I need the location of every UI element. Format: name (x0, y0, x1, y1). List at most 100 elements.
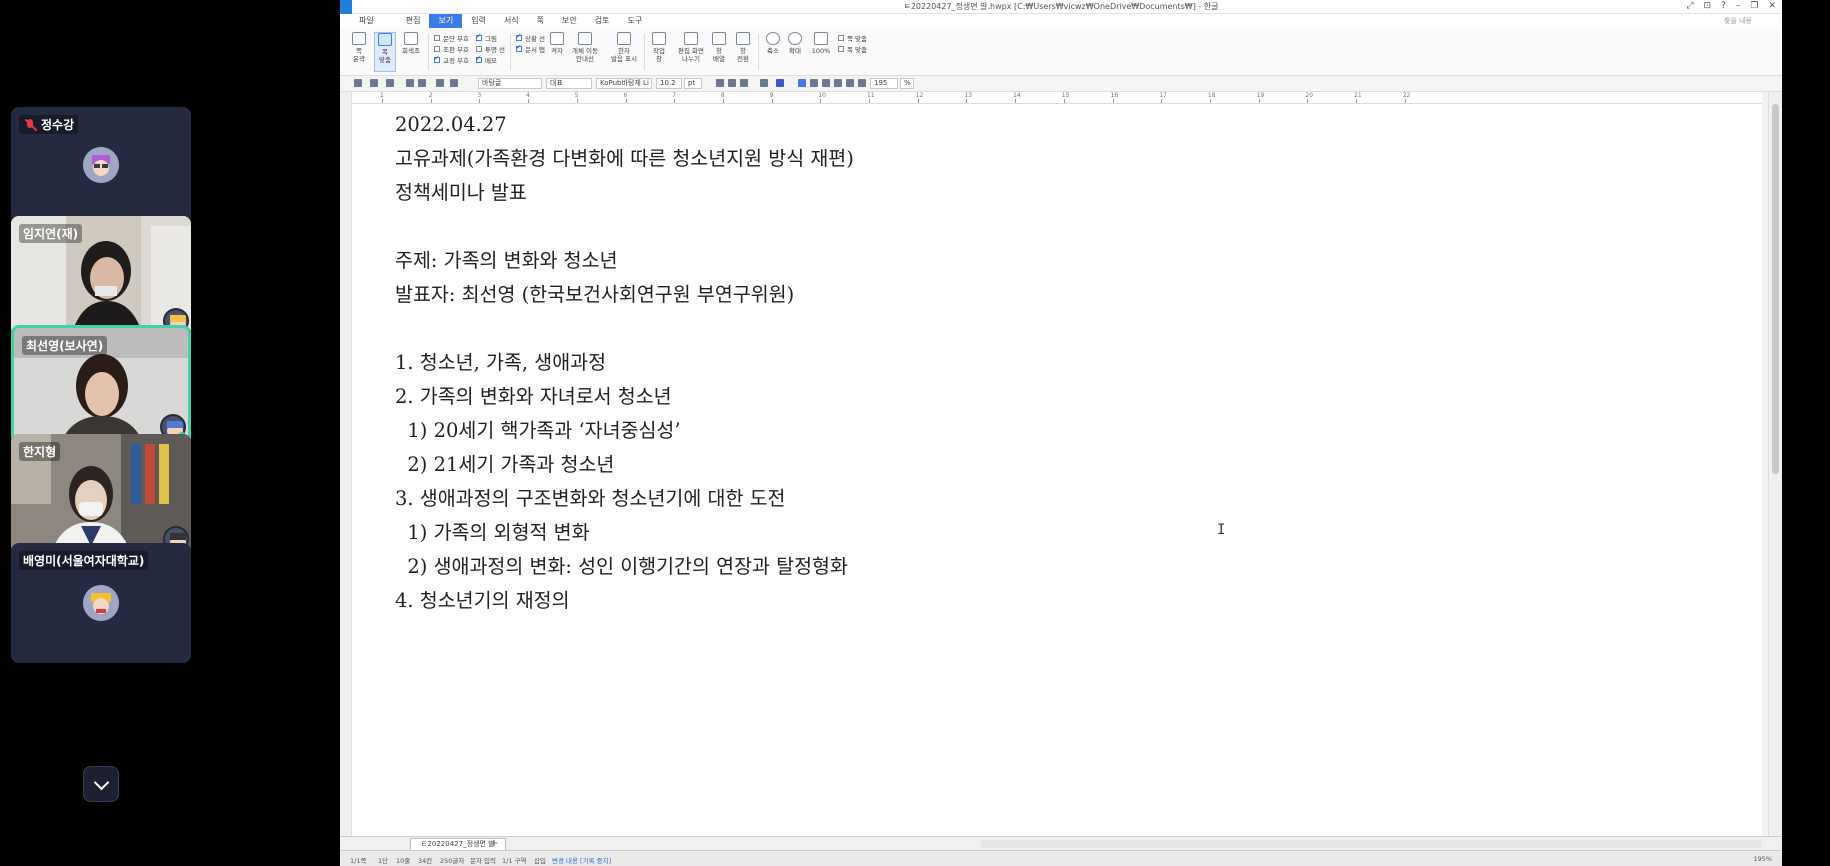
zoom-out-button[interactable]: 축소 (762, 32, 784, 55)
doc-line[interactable]: 3. 생애과정의 구조변화와 청소년기에 대한 도전 (395, 486, 785, 512)
scrollbar-thumb[interactable] (1772, 104, 1779, 474)
task-pane-button[interactable]: 작업 창 (648, 32, 670, 63)
status-chars: 250글자 (440, 857, 465, 865)
menu-format[interactable]: 서식 (495, 14, 528, 28)
close-icon[interactable]: ✕ (1768, 1, 1776, 11)
paragraph-marks-checkbox[interactable]: 문단 부호 (434, 32, 469, 43)
ruler-tick (674, 99, 676, 103)
zoom-100-button[interactable]: 100% (810, 32, 832, 55)
distribute-icon[interactable] (846, 79, 854, 87)
doc-line[interactable]: 2) 21세기 가족과 청소년 (395, 452, 614, 478)
doc-line[interactable]: 4. 청소년기의 재정의 (395, 588, 570, 614)
doc-line[interactable]: 1) 20세기 핵가족과 ‘자녀중심성’ (395, 418, 680, 444)
ruler-tick (722, 99, 724, 103)
participant-tile[interactable]: 배영미(서울여자대학교) (11, 543, 191, 663)
print-icon[interactable] (406, 79, 414, 87)
participant-tile[interactable]: 정수강 (11, 107, 191, 227)
fit-width-button[interactable]: 폭 맞춤 (374, 32, 396, 72)
ruler-tick (1404, 99, 1406, 103)
menu-tools[interactable]: 도구 (619, 14, 652, 28)
transparent-line-checkbox[interactable]: 투명 선 (476, 43, 505, 54)
redo-icon[interactable] (450, 79, 458, 87)
object-guide-button[interactable]: 개체 이동 안내선 (570, 32, 600, 63)
doc-line[interactable]: 2) 생애과정의 변화: 성인 이행기간의 연장과 탈정형화 (395, 554, 848, 580)
doc-line[interactable]: 1. 청소년, 가족, 생애과정 (395, 350, 606, 376)
doc-line[interactable]: 2. 가족의 변화와 자녀로서 청소년 (395, 384, 672, 410)
menu-edit[interactable]: 편집 (397, 14, 430, 28)
fullscreen-icon[interactable]: ⤢ (1686, 1, 1693, 11)
participant-tile[interactable]: 한지형 (11, 434, 191, 554)
font-size-unit[interactable]: pt (684, 78, 702, 89)
document-page[interactable]: 2022.04.27 고유과제(가족환경 다변화에 따른 청소년지원 방식 재편… (352, 104, 1762, 836)
chevron-down-icon[interactable] (83, 766, 119, 802)
zoom-in-button[interactable]: 확대 (784, 32, 806, 55)
control-marks-checkbox[interactable]: 조판 부호 (434, 43, 469, 54)
avatar (83, 585, 119, 621)
proof-marks-checkbox[interactable]: 교정 부호 (434, 54, 469, 65)
new-document-icon[interactable] (354, 79, 362, 87)
align-left-icon[interactable] (810, 79, 818, 87)
font-select[interactable]: KoPub바탕체 Li (596, 78, 652, 89)
doc-line[interactable]: 정책세미나 발표 (395, 180, 527, 206)
bold-icon[interactable] (716, 79, 724, 87)
align-right-icon[interactable] (822, 79, 830, 87)
underline-icon[interactable] (740, 79, 748, 87)
split-screen-button[interactable]: 편집 화면 나누기 (676, 32, 706, 63)
undo-icon[interactable] (436, 79, 444, 87)
menu-review[interactable]: 검토 (586, 14, 619, 28)
ribbon-toggle-icon[interactable]: ⊡ (1704, 1, 1712, 11)
add-tab-button[interactable]: + (490, 837, 498, 850)
vertical-scrollbar[interactable] (1768, 92, 1782, 836)
align-justify-icon[interactable] (798, 79, 806, 87)
open-folder-icon[interactable] (370, 79, 378, 87)
zoom-input[interactable]: 195 (870, 78, 898, 89)
font-size-input[interactable]: 10.2 (656, 78, 682, 89)
divide-icon[interactable] (858, 79, 866, 87)
fit-width-option[interactable]: 폭 맞춤 (838, 43, 867, 54)
style-select[interactable]: 바탕글 (478, 78, 542, 89)
doc-line[interactable]: 2022.04.27 (395, 112, 507, 138)
align-center-icon[interactable] (834, 79, 842, 87)
font-color-icon[interactable] (776, 79, 784, 87)
grid-button[interactable]: 격자 (546, 32, 568, 55)
page-outline-button[interactable]: 쪽 윤곽 (348, 32, 370, 63)
track-changes-link[interactable]: 변경 내용 [기록 중지] (552, 855, 611, 865)
help-icon[interactable]: ? (1721, 1, 1726, 11)
menu-file[interactable]: 파일 (350, 14, 383, 28)
switch-window-button[interactable]: 창 전환 (732, 32, 754, 63)
language-select[interactable]: 대표 (546, 78, 592, 89)
zoom-out-icon (766, 32, 780, 45)
horizontal-scrollbar[interactable] (980, 840, 1762, 848)
fit-page-option[interactable]: 쪽 맞춤 (838, 32, 867, 43)
hanja-pronunciation-button[interactable]: 한자 발음 표시 (608, 32, 640, 63)
doc-line[interactable]: 고유과제(가족환경 다변화에 따른 청소년지원 방식 재편) (395, 146, 854, 172)
arrange-windows-button[interactable]: 창 배열 (708, 32, 730, 63)
restore-icon[interactable]: ❐ (1750, 1, 1758, 11)
menu-page[interactable]: 쪽 (528, 14, 553, 28)
minimize-icon[interactable]: – (1736, 1, 1741, 11)
doc-line[interactable]: 1) 가족의 외형적 변화 (395, 520, 589, 546)
status-bar-checkbox[interactable]: 상황 선 (516, 32, 545, 43)
marks-checkbox-group: 문단 부호 조판 부호 교정 부호 (434, 32, 469, 65)
italic-icon[interactable] (728, 79, 736, 87)
ruler-tick (917, 99, 919, 103)
doc-line[interactable]: 주제: 가족의 변화와 청소년 (395, 248, 618, 274)
preview-icon[interactable] (418, 79, 426, 87)
participant-tile-active[interactable]: 최선영(보사연) (11, 325, 191, 445)
arrange-icon (712, 32, 726, 45)
ruler-number: 14 (1013, 92, 1021, 99)
menu-view[interactable]: 보기 (429, 14, 463, 28)
superscript-icon[interactable] (760, 79, 768, 87)
memo-checkbox[interactable]: 메모 (476, 54, 505, 65)
menu-security[interactable]: 보안 (553, 14, 586, 28)
grayscale-button[interactable]: 회색조 (400, 32, 422, 55)
save-icon[interactable] (386, 79, 394, 87)
zoom-unit[interactable]: % (900, 78, 914, 89)
doc-line[interactable]: 발표자: 최선영 (한국보건사회연구원 부연구위원) (395, 282, 794, 308)
status-zoom[interactable]: 195% (1753, 855, 1772, 863)
document-tab-checkbox[interactable]: 문서 탭 (516, 43, 545, 54)
search-input[interactable]: 찾을 내용 (1724, 16, 1752, 26)
menu-insert[interactable]: 입력 (462, 14, 495, 28)
participant-tile[interactable]: 임지연(재) (11, 216, 191, 336)
picture-checkbox[interactable]: 그림 (476, 32, 505, 43)
